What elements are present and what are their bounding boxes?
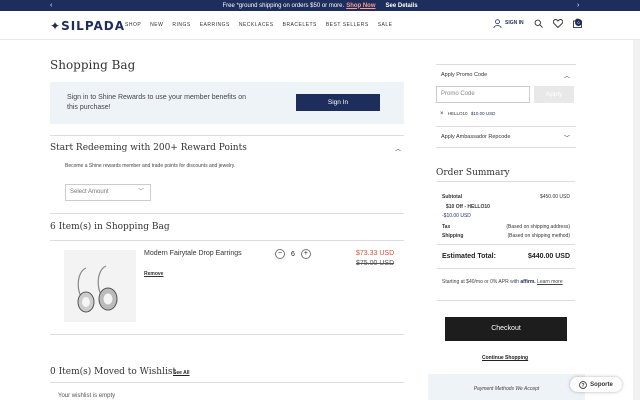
minus-button[interactable]: −	[275, 249, 285, 259]
subtotal-value: $450.00 USD	[539, 194, 570, 200]
payment-methods-box: Payment Methods We Accept	[428, 374, 585, 400]
nav-rings[interactable]: RINGS	[172, 22, 190, 28]
wishlist-heading: 0 Item(s) Moved to Wishlist	[50, 367, 177, 377]
heart-icon[interactable]	[552, 18, 563, 28]
applied-code: HELLO10	[447, 111, 468, 116]
shipping-row: Shipping (Based on shipping method)	[442, 233, 570, 239]
rewards-signin-text: Sign in to Shine Rewards to use your mem…	[67, 94, 246, 111]
help-icon: ?	[579, 380, 587, 389]
divider	[50, 334, 404, 335]
support-label: Soporte	[590, 381, 613, 388]
product-image[interactable]	[64, 250, 136, 322]
subtotal-label: Subtotal	[442, 194, 462, 200]
divider	[437, 181, 575, 182]
chevron-down-icon: ﹀	[137, 189, 144, 195]
continue-shopping-link[interactable]: Continue Shopping	[482, 355, 528, 361]
affirm-learn-more[interactable]: Learn more	[537, 279, 563, 285]
ambassador-label: Apply Ambassador Repcode	[441, 134, 511, 140]
scrollbar[interactable]	[633, 40, 640, 400]
chevron-down-icon: ﹀	[564, 136, 571, 142]
rewards-signin-banner: Sign in to Shine Rewards to use your mem…	[50, 82, 404, 124]
main-nav: SHOP NEW RINGS EARRINGS NECKLACES BRACEL…	[125, 22, 393, 28]
applied-amount: $10.00 USD	[470, 111, 496, 116]
reward-amount-select[interactable]: Select Amount ﹀	[65, 184, 151, 201]
search-icon[interactable]	[534, 19, 543, 28]
promo-code-input[interactable]: Promo Code	[436, 86, 530, 103]
apply-button[interactable]: Apply	[534, 86, 574, 103]
promo-code-panel[interactable]: Apply Promo Code ︿	[436, 64, 576, 84]
discount-label: $10 Off - HELLO10	[446, 204, 490, 210]
subtotal-row: Subtotal $450.00 USD	[442, 194, 570, 200]
checkout-button[interactable]: Checkout	[445, 317, 567, 341]
nav-earrings[interactable]: EARRINGS	[200, 22, 230, 28]
site-header: ✦SILPADA SHOP NEW RINGS EARRINGS NECKLAC…	[0, 11, 640, 40]
promo-code-label: Apply Promo Code	[441, 72, 488, 78]
divider	[437, 244, 575, 245]
signin-label: SIGN IN	[505, 20, 524, 26]
nav-sale[interactable]: SALE	[378, 22, 393, 28]
product-name[interactable]: Modern Fairytale Drop Earrings	[144, 250, 242, 257]
affirm-logo: affirm.	[520, 279, 536, 285]
chevron-left-icon[interactable]: ‹	[50, 0, 52, 11]
estimated-total-row: Estimated Total: $440.00 USD	[442, 253, 570, 260]
estimated-total-label: Estimated Total:	[442, 253, 496, 260]
estimated-total-value: $440.00 USD	[527, 253, 570, 260]
items-heading: 6 Item(s) in Shopping Bag	[50, 222, 170, 232]
header-actions: SIGN IN 0	[493, 18, 582, 28]
close-icon[interactable]: ×	[440, 111, 444, 117]
svg-text:?: ?	[582, 382, 585, 388]
discount-value: -$10.00 USD	[442, 213, 471, 219]
nav-new[interactable]: NEW	[150, 22, 163, 28]
chevron-up-icon: ︿	[564, 74, 571, 80]
sale-price: $73.33 USD	[356, 250, 395, 257]
chevron-up-icon[interactable]: ︿	[395, 144, 401, 153]
shipping-label: Shipping	[442, 233, 464, 239]
support-button[interactable]: ? Soporte	[570, 377, 622, 392]
user-icon	[493, 18, 502, 28]
chevron-right-icon[interactable]: ›	[577, 0, 579, 11]
signin-link[interactable]: SIGN IN	[493, 18, 524, 28]
plus-button[interactable]: +	[300, 249, 311, 259]
nav-necklaces[interactable]: NECKLACES	[239, 22, 274, 28]
nav-best-sellers[interactable]: BEST SELLERS	[326, 22, 369, 28]
signin-button[interactable]: Sign In	[296, 94, 380, 111]
payment-methods-title: Payment Methods We Accept	[473, 386, 540, 392]
divider	[50, 135, 404, 136]
applied-promo: × HELLO10 $10.00 USD	[440, 111, 495, 117]
ambassador-panel[interactable]: Apply Ambassador Repcode ﹀	[436, 126, 576, 148]
see-details-link[interactable]: See Details	[386, 3, 418, 9]
tax-row: Tax (Based on shipping address)	[442, 224, 570, 230]
divider	[50, 382, 404, 383]
nav-shop[interactable]: SHOP	[125, 22, 141, 28]
promo-bar: ‹ Free *ground shipping on orders $50 or…	[0, 0, 640, 11]
logo-text: SILPADA	[61, 19, 126, 33]
quantity-value: 6	[291, 250, 295, 258]
cart-count-badge: 0	[575, 19, 582, 26]
page-title: Shopping Bag	[50, 58, 136, 72]
select-placeholder: Select Amount	[70, 189, 109, 195]
remove-link[interactable]: Remove	[144, 271, 163, 277]
see-all-link[interactable]: See All	[173, 370, 190, 376]
affirm-text: Starting at $40/mo or 0% APR with	[442, 279, 519, 285]
tax-label: Tax	[442, 224, 451, 230]
tax-value: (Based on shipping address)	[506, 224, 570, 230]
rewards-heading[interactable]: Start Redeeming with 200+ Reward Points	[50, 143, 247, 153]
quantity-stepper: − 6 +	[275, 249, 311, 259]
order-summary-title: Order Summary	[436, 168, 510, 178]
divider	[437, 268, 575, 269]
divider	[437, 300, 575, 301]
wishlist-empty-text: Your wishlist is empty	[58, 393, 116, 399]
divider	[50, 240, 404, 241]
divider	[50, 213, 404, 214]
affirm-financing: Starting at $40/mo or 0% APR with affirm…	[442, 278, 570, 286]
logo[interactable]: ✦SILPADA	[50, 19, 125, 33]
shipping-value: (Based on shipping method)	[507, 233, 570, 239]
nav-bracelets[interactable]: BRACELETS	[283, 22, 317, 28]
promo-text: Free *ground shipping on orders $50 or m…	[222, 2, 345, 9]
original-price: $75.00 USD	[356, 260, 395, 267]
earrings-image	[77, 265, 118, 313]
rewards-description: Become a Shine rewards member and trade …	[65, 163, 236, 169]
shop-now-link[interactable]: Shop Now	[346, 3, 375, 9]
